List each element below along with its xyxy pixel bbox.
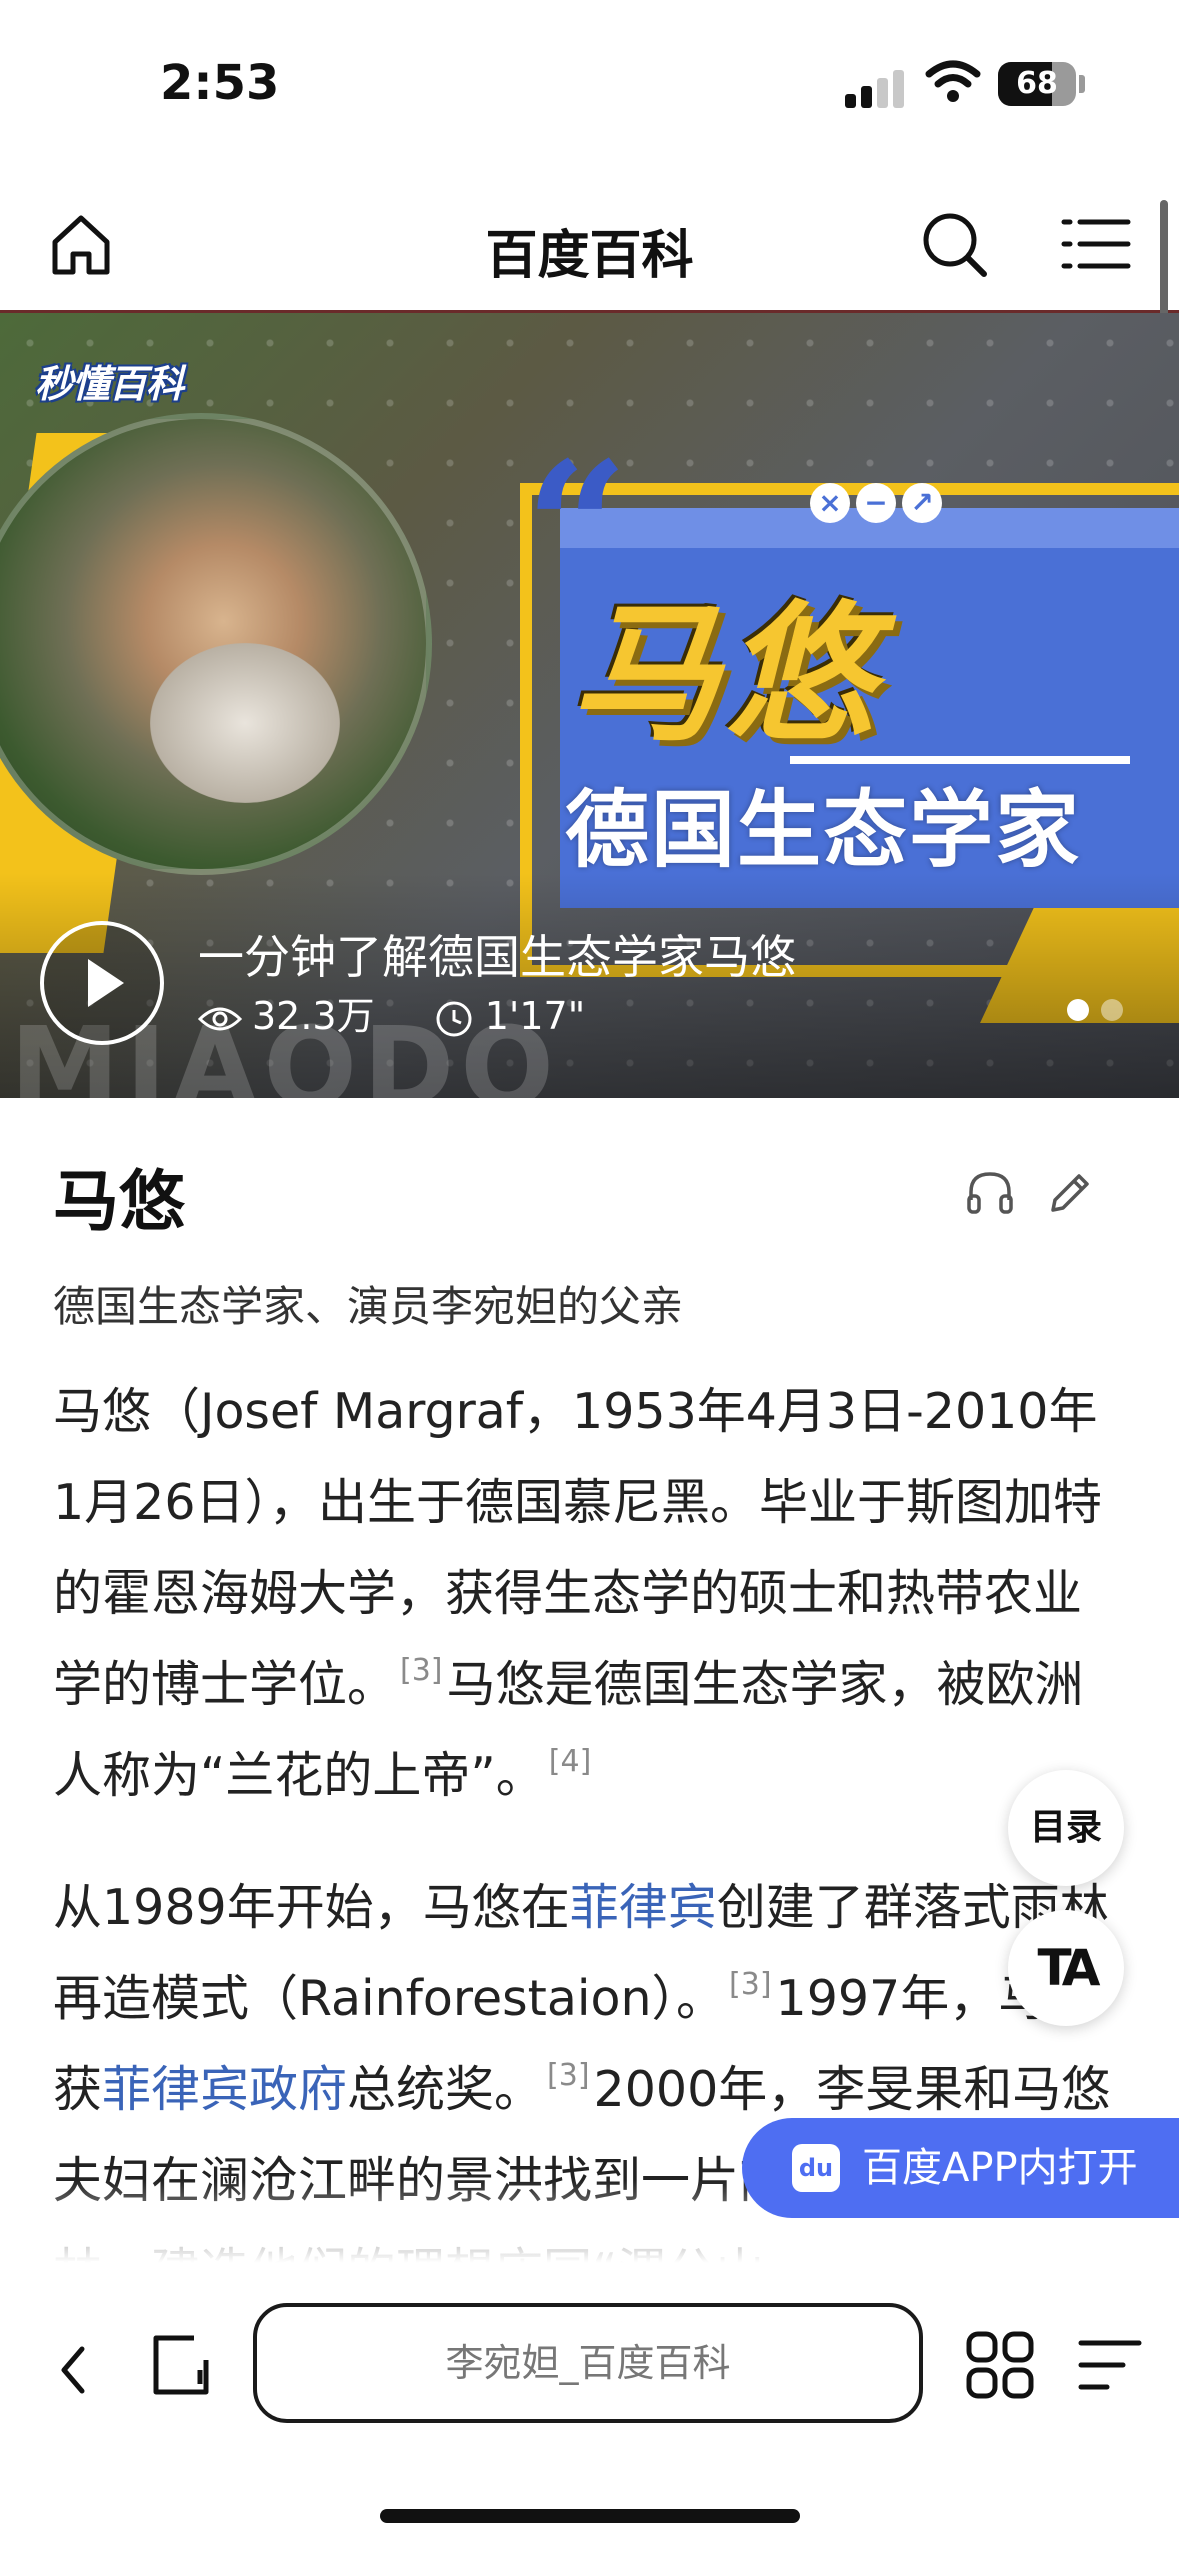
top-nav-bar: 百度百科: [0, 180, 1179, 313]
table-of-contents-button[interactable]: 目录: [1008, 1770, 1124, 1886]
open-in-app-button[interactable]: du 百度APP内打开: [742, 2118, 1179, 2218]
carousel-dot[interactable]: [1101, 999, 1123, 1021]
card-title: 马悠: [570, 588, 879, 762]
carousel-dot[interactable]: [1067, 999, 1089, 1021]
headphones-icon[interactable]: [965, 1168, 1015, 1218]
card-subtitle: 德国生态学家: [565, 781, 1082, 879]
baidu-paw-icon: du: [792, 2144, 840, 2192]
paragraph-text: 从1989年开始，马悠在: [53, 1879, 570, 1936]
tabs-icon[interactable]: [148, 2330, 214, 2400]
home-indicator[interactable]: [380, 2509, 800, 2523]
video-meta: 32.3万 1'17": [198, 985, 585, 1040]
play-icon: [88, 959, 124, 1007]
edit-icon[interactable]: [1045, 1168, 1095, 1218]
video-duration: 1'17": [484, 994, 586, 1038]
citation-link[interactable]: [4]: [549, 1744, 592, 1779]
citation-link[interactable]: [3]: [400, 1653, 443, 1688]
play-button[interactable]: [40, 921, 164, 1045]
battery-level: 68: [1016, 66, 1058, 101]
carousel-dots: [1055, 999, 1123, 1025]
status-time: 2:53: [160, 55, 280, 111]
search-icon[interactable]: [918, 208, 990, 280]
link-philippines[interactable]: 菲律宾: [570, 1879, 717, 1936]
address-bar[interactable]: 李宛妲_百度百科: [253, 2303, 923, 2423]
entry-subtitle: 德国生态学家、演员李宛妲的父亲: [53, 1282, 684, 1331]
brand-logo: 秒懂百科: [35, 362, 184, 406]
cellular-signal-icon: [845, 68, 905, 108]
battery-icon: 68: [998, 62, 1076, 106]
status-bar: 2:53 68: [0, 0, 1179, 170]
video-title[interactable]: 一分钟了解德国生态学家马悠: [198, 921, 796, 987]
paragraph-text: 总统奖。: [347, 2061, 544, 2118]
view-count: 32.3万: [252, 994, 375, 1038]
entry-title: 马悠: [53, 1163, 185, 1240]
text-size-button[interactable]: TA: [1008, 1910, 1124, 2026]
window-buttons-icon: × − ↗: [810, 483, 950, 533]
menu-icon[interactable]: [1060, 208, 1132, 280]
citation-link[interactable]: [3]: [729, 1967, 772, 2002]
link-philippine-government[interactable]: 菲律宾政府: [102, 2061, 347, 2118]
duration-icon: [436, 1001, 472, 1036]
views-icon: [198, 1007, 242, 1030]
paragraph: 马悠（Josef Margraf，1953年4月3日-2010年1月26日），出…: [53, 1366, 1123, 1821]
open-in-app-label: 百度APP内打开: [862, 2145, 1138, 2191]
citation-link[interactable]: [3]: [547, 2058, 590, 2093]
more-menu-icon[interactable]: [1075, 2335, 1145, 2395]
page-title: 百度百科: [485, 226, 694, 286]
video-banner[interactable]: 秒懂百科 “ × − ↗ 马悠 德国生态学家 MIAODO 一分钟了解德国生态学家马…: [0, 313, 1179, 1098]
back-icon[interactable]: [48, 2335, 98, 2405]
wifi-icon: [925, 60, 981, 102]
grid-icon[interactable]: [965, 2330, 1035, 2400]
